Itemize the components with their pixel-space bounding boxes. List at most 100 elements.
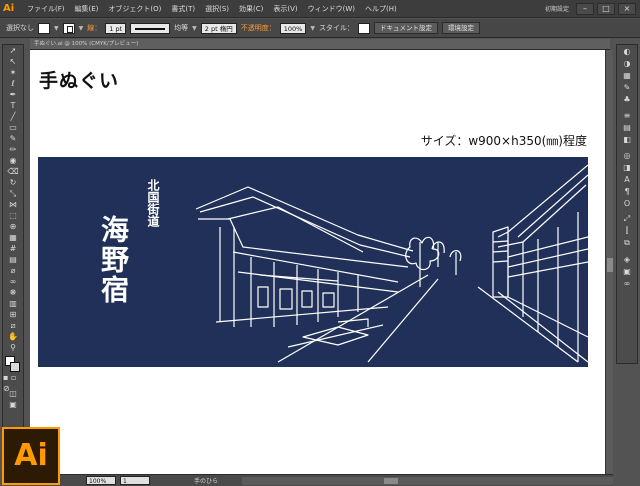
stroke-label[interactable]: 線： <box>87 23 101 33</box>
screen-mode-icon[interactable]: ▣ <box>3 399 23 410</box>
panel-dock: ◐ ◑ ▦ ✎ ♣ ≡ ▤ ◧ ◎ ◨ A ¶ O ⤢ ⫿ ⧉ ◈ ▣ ∞ <box>616 44 638 364</box>
menu-object[interactable]: オブジェクト(O) <box>103 4 166 14</box>
window-controls: 初期設定 – □ × <box>541 2 640 15</box>
menu-type[interactable]: 書式(T) <box>166 4 200 14</box>
selection-tool-icon[interactable]: ➚ <box>3 45 23 56</box>
document-setup-button[interactable]: ドキュメント設定 <box>373 22 438 34</box>
links-panel-icon[interactable]: ∞ <box>617 277 637 289</box>
fill-swatch[interactable] <box>38 22 50 34</box>
gradient-panel-icon[interactable]: ▤ <box>617 121 637 133</box>
menu-bar: Ai ファイル(F) 編集(E) オブジェクト(O) 書式(T) 選択(S) 効… <box>0 0 640 18</box>
direct-selection-tool-icon[interactable]: ↖ <box>3 56 23 67</box>
stroke-profile-preview[interactable] <box>130 22 171 34</box>
opacity-label[interactable]: 不透明度： <box>241 23 276 33</box>
gradient-tool-icon[interactable]: ▤ <box>3 254 23 265</box>
stroke-color-icon[interactable] <box>10 362 20 372</box>
color-mode-icon[interactable]: ▪ ▫ ⊘ <box>3 373 23 393</box>
paragraph-panel-icon[interactable]: ¶ <box>617 185 637 197</box>
minimize-icon[interactable]: – <box>576 2 594 15</box>
pathfinder-panel-icon[interactable]: ⧉ <box>617 237 637 249</box>
zoom-field[interactable]: 100% <box>86 476 116 485</box>
opentype-panel-icon[interactable]: O <box>617 197 637 209</box>
menu-help[interactable]: ヘルプ(H) <box>360 4 402 14</box>
style-swatch[interactable] <box>357 22 370 34</box>
maximize-icon[interactable]: □ <box>597 2 615 15</box>
transparency-panel-icon[interactable]: ◧ <box>617 133 637 145</box>
brushes-panel-icon[interactable]: ✎ <box>617 81 637 93</box>
opacity-field[interactable]: 100% <box>279 22 307 34</box>
pen-tool-icon[interactable]: ✒ <box>3 89 23 100</box>
status-bar: 100% 1 手のひら <box>30 474 613 486</box>
type-tool-icon[interactable]: T <box>3 100 23 111</box>
brush-field[interactable]: 2 pt 楕円 <box>200 22 237 34</box>
illustrator-logo: Ai <box>2 427 60 485</box>
eyedropper-tool-icon[interactable]: ⌀ <box>3 265 23 276</box>
preferences-button[interactable]: 環境設定 <box>441 22 480 34</box>
menu-edit[interactable]: 編集(E) <box>70 4 104 14</box>
eraser-tool-icon[interactable]: ⌫ <box>3 166 23 177</box>
current-tool-label: 手のひら <box>194 478 219 485</box>
line-tool-icon[interactable]: ╱ <box>3 111 23 122</box>
artboard-number-field[interactable]: 1 <box>120 476 150 485</box>
horizontal-scroll-thumb[interactable] <box>384 477 399 484</box>
blob-brush-tool-icon[interactable]: ◉ <box>3 155 23 166</box>
tenugui-design[interactable]: 北国街道 海野宿 <box>38 157 588 367</box>
fill-stroke-indicator[interactable] <box>3 353 23 377</box>
menu-file[interactable]: ファイル(F) <box>22 4 70 14</box>
horizontal-scrollbar[interactable] <box>242 476 613 485</box>
color-guide-icon[interactable]: ◑ <box>617 57 637 69</box>
blend-tool-icon[interactable]: ∞ <box>3 276 23 287</box>
illustrator-window: Ai ファイル(F) 編集(E) オブジェクト(O) 書式(T) 選択(S) 効… <box>0 0 640 486</box>
rotate-tool-icon[interactable]: ↻ <box>3 177 23 188</box>
appearance-panel-icon[interactable]: ◎ <box>617 149 637 161</box>
transform-panel-icon[interactable]: ⤢ <box>617 213 637 225</box>
size-note: サイズ：w900×h350(㎜)程度 <box>420 134 587 148</box>
magic-wand-tool-icon[interactable]: ✶ <box>3 67 23 78</box>
menu-view[interactable]: 表示(V) <box>268 4 302 14</box>
layers-panel-icon[interactable]: ◈ <box>617 253 637 265</box>
zoom-tool-icon[interactable]: ⚲ <box>3 342 23 353</box>
close-icon[interactable]: × <box>618 2 636 15</box>
artboard-title: 手ぬぐい <box>39 70 120 92</box>
chevron-down-icon[interactable]: ▼ <box>192 25 197 32</box>
color-panel-icon[interactable]: ◐ <box>617 45 637 57</box>
scale-tool-icon[interactable]: ⤡ <box>3 188 23 199</box>
slice-tool-icon[interactable]: ⧄ <box>3 320 23 331</box>
menu-window[interactable]: ウィンドウ(W) <box>303 4 360 14</box>
menu-select[interactable]: 選択(S) <box>200 4 234 14</box>
vertical-scrollbar[interactable] <box>605 50 613 474</box>
perspective-grid-tool-icon[interactable]: ▦ <box>3 232 23 243</box>
tools-panel: ➚ ↖ ✶ ℓ ✒ T ╱ ▭ ✎ ✏ ◉ ⌫ ↻ ⤡ ⋈ ⬚ ⊕ ▦ # ▤ … <box>2 44 24 429</box>
swatches-panel-icon[interactable]: ▦ <box>617 69 637 81</box>
artboards-panel-icon[interactable]: ▣ <box>617 265 637 277</box>
symbols-panel-icon[interactable]: ♣ <box>617 93 637 105</box>
document-tab[interactable]: 手ぬぐい.ai @ 100% (CMYK/プレビュー) <box>30 39 610 50</box>
stroke-weight-field[interactable]: 1 pt <box>105 22 127 34</box>
pencil-tool-icon[interactable]: ✏ <box>3 144 23 155</box>
small-calligraphy: 北国街道 <box>146 179 160 227</box>
menu-effect[interactable]: 効果(C) <box>234 4 268 14</box>
symbol-sprayer-tool-icon[interactable]: ❋ <box>3 287 23 298</box>
stroke-swatch[interactable] <box>62 22 75 34</box>
graph-tool-icon[interactable]: ▥ <box>3 298 23 309</box>
style-label: スタイル： <box>318 24 354 32</box>
chevron-down-icon[interactable]: ▼ <box>310 25 315 32</box>
paintbrush-tool-icon[interactable]: ✎ <box>3 133 23 144</box>
free-transform-tool-icon[interactable]: ⬚ <box>3 210 23 221</box>
chevron-down-icon[interactable]: ▼ <box>79 25 84 32</box>
vertical-scroll-thumb[interactable] <box>607 258 613 272</box>
stroke-panel-icon[interactable]: ≡ <box>617 109 637 121</box>
artboard-canvas[interactable]: 手ぬぐい サイズ：w900×h350(㎜)程度 北国街道 海野宿 <box>30 50 605 474</box>
mesh-tool-icon[interactable]: # <box>3 243 23 254</box>
lasso-tool-icon[interactable]: ℓ <box>3 78 23 89</box>
align-panel-icon[interactable]: ⫿ <box>617 225 637 237</box>
chevron-down-icon[interactable]: ▼ <box>54 25 59 32</box>
hand-tool-icon[interactable]: ✋ <box>3 331 23 342</box>
artboard-tool-icon[interactable]: ⊞ <box>3 309 23 320</box>
workspace-switcher[interactable]: 初期設定 <box>541 4 573 13</box>
character-panel-icon[interactable]: A <box>617 173 637 185</box>
shape-builder-tool-icon[interactable]: ⊕ <box>3 221 23 232</box>
rectangle-tool-icon[interactable]: ▭ <box>3 122 23 133</box>
graphic-styles-icon[interactable]: ◨ <box>617 161 637 173</box>
width-tool-icon[interactable]: ⋈ <box>3 199 23 210</box>
